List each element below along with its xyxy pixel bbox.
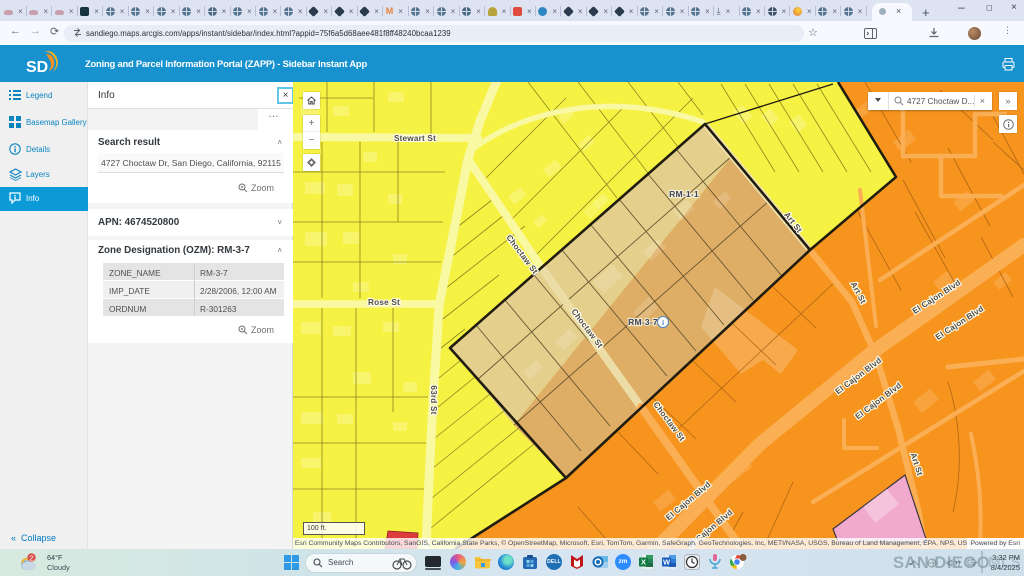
svg-text:RM-1-1: RM-1-1 [669, 189, 699, 199]
svg-text:63rd St: 63rd St [429, 385, 438, 414]
svg-text:2: 2 [30, 555, 34, 562]
svg-text:X: X [641, 558, 646, 567]
svg-text:i: i [662, 318, 664, 327]
svg-text:Rose St: Rose St [368, 298, 400, 307]
svg-text:W: W [663, 558, 671, 567]
svg-text:SD: SD [26, 59, 48, 76]
svg-text:RM-3-7: RM-3-7 [628, 317, 658, 327]
svg-text:Stewart St: Stewart St [394, 134, 436, 143]
